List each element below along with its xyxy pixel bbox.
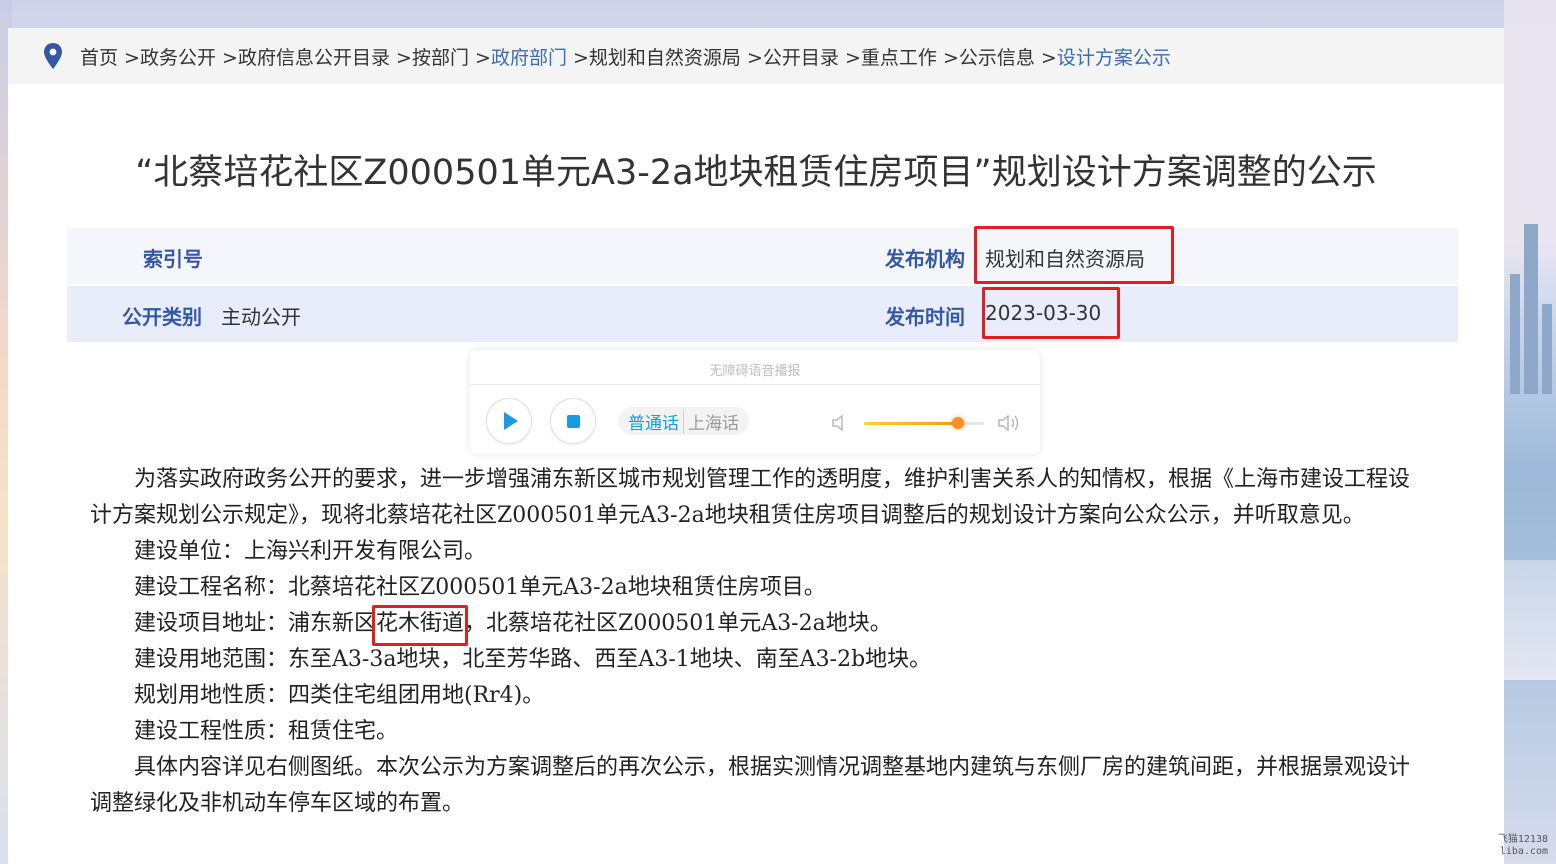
- lang-mandarin[interactable]: 普通话: [624, 409, 683, 434]
- audio-player: 无障碍语音播报 普通话 上海话: [470, 350, 1040, 454]
- language-switch: 普通话 上海话: [618, 407, 749, 435]
- watermark-line-1: 飞猫12138: [1497, 834, 1548, 845]
- player-title: 无障碍语音播报: [709, 364, 801, 379]
- paragraph-land-range: 建设用地范围：东至A3-3a地块，北至芳华路、西至A3-1地块、南至A3-2b地…: [134, 647, 932, 672]
- play-icon: [504, 412, 518, 430]
- category-value: 主动公开: [221, 305, 301, 329]
- volume-slider-fill: [864, 422, 958, 425]
- breadcrumb-separator: >: [468, 46, 491, 69]
- highlighted-street: 花木街道: [372, 605, 469, 646]
- building-shape: [1542, 304, 1552, 394]
- street-highlight-box: [372, 605, 469, 646]
- breadcrumb-item[interactable]: 重点工作: [861, 47, 937, 69]
- background-right-cityscape: [1504, 0, 1556, 864]
- address-suffix: ，北蔡培花社区Z000501单元A3-2a地块。: [464, 611, 892, 636]
- breadcrumb-item[interactable]: 设计方案公示: [1057, 47, 1171, 69]
- breadcrumb-item[interactable]: 首页: [80, 47, 118, 69]
- date-highlight-box: [982, 287, 1120, 339]
- building-shape: [1524, 224, 1538, 394]
- publisher-label: 发布机构: [885, 247, 965, 271]
- paragraph-builder: 建设单位：上海兴利开发有限公司。: [134, 539, 487, 564]
- date-label: 发布时间: [885, 305, 965, 329]
- paragraph-land-use: 规划用地性质：四类住宅组团用地(Rr4)。: [134, 683, 545, 708]
- location-pin-icon: [44, 43, 62, 69]
- breadcrumb-separator: >: [389, 46, 412, 69]
- volume-low-icon[interactable]: [830, 412, 852, 434]
- breadcrumb-item[interactable]: 规划和自然资源局: [589, 47, 741, 69]
- breadcrumb-item[interactable]: 政务公开: [140, 47, 216, 69]
- breadcrumb-item[interactable]: 政府部门: [491, 47, 567, 69]
- paragraph-address: 建设项目地址：浦东新区花木街道 ，北蔡培花社区Z000501单元A3-2a地块。: [90, 605, 1420, 646]
- paragraph-details: 具体内容详见右侧图纸。本次公示为方案调整后的再次公示，根据实测情况调整基地内建筑…: [90, 755, 1411, 816]
- breadcrumb-separator: >: [118, 46, 140, 69]
- stop-button[interactable]: [550, 398, 596, 444]
- lang-shanghainese[interactable]: 上海话: [683, 408, 743, 434]
- building-shape: [1510, 274, 1520, 394]
- paragraph-project-name: 建设工程名称：北蔡培花社区Z000501单元A3-2a地块租赁住房项目。: [134, 575, 826, 600]
- player-divider: [470, 384, 1040, 385]
- river-shape: [1504, 560, 1556, 680]
- breadcrumb-separator: >: [936, 46, 959, 69]
- paragraph-intro: 为落实政府政务公开的要求，进一步增强浦东新区城市规划管理工作的透明度，维护利害关…: [90, 467, 1411, 528]
- volume-slider[interactable]: [864, 417, 984, 429]
- breadcrumb-separator: >: [216, 46, 238, 69]
- paragraph-project-nature: 建设工程性质：租赁住宅。: [134, 719, 399, 744]
- stop-icon: [567, 415, 580, 428]
- page-title: “北蔡培花社区Z000501单元A3-2a地块租赁住房项目”规划设计方案调整的公…: [135, 153, 1377, 193]
- article-body: 为落实政府政务公开的要求，进一步增强浦东新区城市规划管理工作的透明度，维护利害关…: [90, 462, 1420, 822]
- breadcrumb-items: 首页 >政务公开 >政府信息公开目录 >按部门 >政府部门 >规划和自然资源局 …: [80, 43, 1171, 70]
- breadcrumb-separator: >: [838, 46, 861, 69]
- breadcrumb-separator: >: [566, 46, 589, 69]
- play-button[interactable]: [486, 398, 532, 444]
- content-panel: 首页 >政务公开 >政府信息公开目录 >按部门 >政府部门 >规划和自然资源局 …: [8, 28, 1504, 864]
- address-prefix: 建设项目地址：浦东新区: [134, 611, 377, 636]
- breadcrumb-item[interactable]: 公开目录: [763, 47, 839, 69]
- meta-row-2: 公开类别 主动公开 发布时间 2023-03-30: [67, 286, 1458, 342]
- volume-slider-knob[interactable]: [951, 417, 964, 429]
- breadcrumb-item[interactable]: 公示信息: [959, 47, 1035, 69]
- publisher-highlight-box: [974, 226, 1174, 284]
- watermark-line-2: liba.com: [1499, 846, 1548, 857]
- breadcrumb-item[interactable]: 政府信息公开目录: [238, 47, 390, 69]
- breadcrumb-item[interactable]: 按部门: [412, 47, 469, 69]
- index-label: 索引号: [143, 247, 203, 271]
- meta-row-1: 索引号 发布机构 规划和自然资源局: [67, 228, 1458, 284]
- breadcrumb-separator: >: [740, 46, 763, 69]
- volume-high-icon[interactable]: [996, 412, 1022, 434]
- breadcrumb-separator: >: [1034, 46, 1057, 69]
- watermark: 飞猫12138 liba.com: [1498, 834, 1548, 858]
- category-label: 公开类别: [122, 305, 202, 329]
- breadcrumb: 首页 >政务公开 >政府信息公开目录 >按部门 >政府部门 >规划和自然资源局 …: [8, 28, 1504, 84]
